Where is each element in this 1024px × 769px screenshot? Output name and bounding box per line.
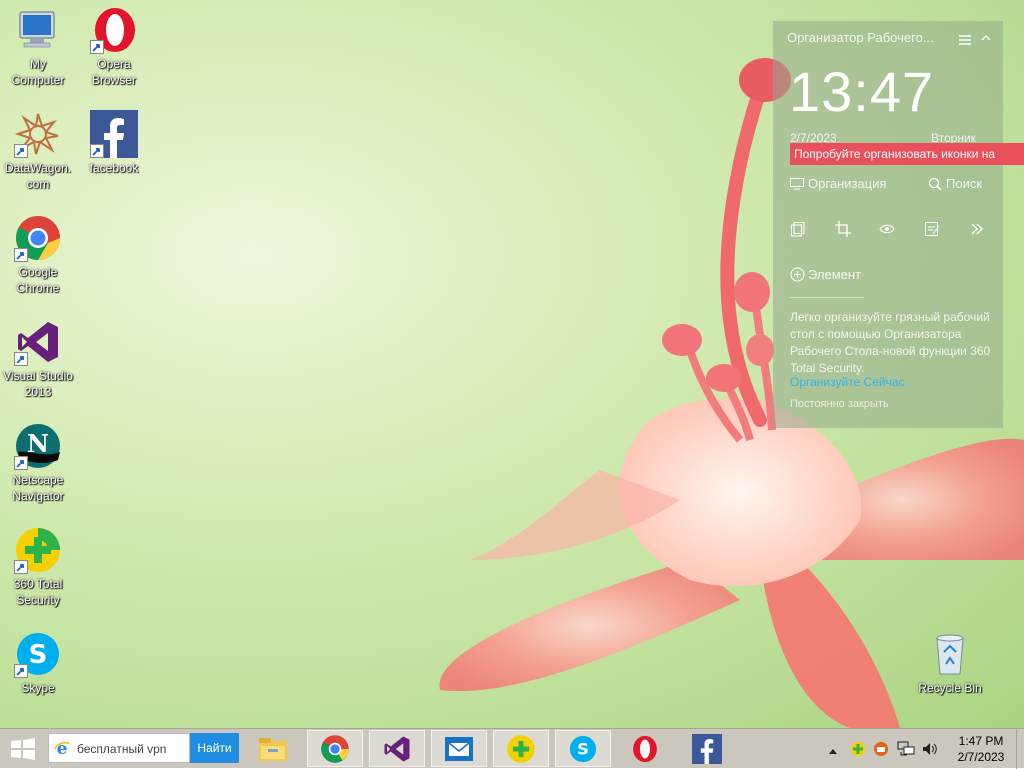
element-label: Элемент [808,267,862,282]
find-button[interactable]: Найти [190,733,239,763]
taskbar-app-facebook[interactable] [679,730,735,767]
svg-text:e: e [57,739,68,757]
360-security-icon [507,734,535,763]
desktop-icon-facebook[interactable]: facebook [76,110,152,176]
taskbar-app-360-security[interactable] [493,730,549,767]
search-label: Поиск [946,176,983,191]
desktop-icon-skype[interactable]: S Skype [0,630,76,696]
taskbar: e Найти S [0,728,1024,769]
desktop-icon-label: My Computer [11,57,65,87]
desktop-icon-label: Recycle Bin [918,681,982,695]
windows-logo-icon [11,738,35,760]
shortcut-arrow-icon [14,352,28,366]
show-hidden-icons-chevron-icon[interactable] [829,743,837,761]
add-element-button[interactable]: Элемент [790,267,861,282]
organizer-description: Легко организуйте грязный рабочий стол с… [790,310,991,375]
svg-text:N: N [27,429,49,458]
mail-icon [445,736,473,761]
taskbar-app-file-explorer[interactable] [245,730,301,767]
taskbar-app-chrome[interactable] [307,730,363,767]
volume-icon[interactable] [922,741,938,762]
facebook-icon [692,733,722,764]
desktop-icon-label: Netscape Navigator [12,473,64,503]
shortcut-arrow-icon [90,144,104,158]
desktop-icon-datawagon[interactable]: DataWagon. com [0,110,76,192]
taskbar-app-mail[interactable] [431,730,487,767]
desktop-icon-netscape[interactable]: N Netscape Navigator [0,422,76,504]
shortcut-arrow-icon [14,456,28,470]
internet-explorer-icon: e [53,739,71,762]
show-desktop-button[interactable] [1016,729,1024,769]
organizer-tip-banner[interactable]: Попробуйте организовать иконки на [790,143,1024,165]
organize-button[interactable]: Организация [790,176,886,191]
search-input[interactable] [75,739,189,759]
visual-studio-icon [384,736,410,761]
taskbar-time: 1:47 PM [958,734,1004,748]
desktop-icon-visual-studio[interactable]: Visual Studio 2013 [0,318,76,400]
close-forever-link[interactable]: Постоянно закрыть [790,398,889,410]
security-alert-tray-icon[interactable] [873,741,889,762]
eye-icon[interactable] [879,221,895,237]
desktop-icon-label: Google Chrome [16,265,60,295]
computer-icon [19,11,55,48]
desktop-icon-label: Skype [21,681,55,695]
divider [790,297,864,298]
taskbar-app-skype[interactable]: S [555,730,611,767]
taskbar-app-visual-studio[interactable] [369,730,425,767]
menu-icon[interactable] [959,32,971,50]
double-chevron-right-icon[interactable] [969,221,985,237]
360-tray-icon[interactable] [850,741,866,762]
shortcut-arrow-icon [14,664,28,678]
desktop-icon-360-total-security[interactable]: 360 Total Security [0,526,76,608]
desktop-icon-recycle-bin[interactable]: Recycle Bin [912,630,988,696]
taskbar-app-opera[interactable] [617,730,673,767]
organize-label: Организация [808,176,887,191]
folder-icon [259,737,287,761]
desktop-icon-label: Opera Browser [91,57,136,87]
start-button[interactable] [8,737,40,761]
svg-text:S: S [577,739,589,758]
plus-circle-icon [790,267,805,282]
skype-icon: S [569,735,597,762]
network-icon[interactable] [897,741,915,762]
desktop-icon-label: facebook [89,161,139,175]
organize-now-link[interactable]: Организуйте Сейчас [790,375,905,389]
opera-icon [633,735,657,762]
chevron-up-icon[interactable] [981,30,991,46]
copy-icon[interactable] [790,221,806,237]
taskbar-clock[interactable]: 1:47 PM 2/7/2023 [951,733,1011,765]
search-button[interactable]: Поиск [928,176,982,191]
desktop-icon-label: Visual Studio 2013 [3,369,73,399]
desktop-icon-opera[interactable]: Opera Browser [76,6,152,88]
desktop-icon-label: 360 Total Security [13,577,63,607]
taskbar-date: 2/7/2023 [957,750,1005,764]
svg-text:S: S [29,640,48,670]
shortcut-arrow-icon [14,560,28,574]
desktop-icon-my-computer[interactable]: My Computer [0,6,76,88]
chrome-icon [321,734,349,763]
recycle-bin-icon [936,634,964,675]
organizer-clock: 13:47 [789,60,935,123]
desktop-icon-label: DataWagon. com [4,161,72,191]
search-icon [928,177,942,191]
shortcut-arrow-icon [14,248,28,262]
crop-icon[interactable] [835,221,851,237]
search-box: e [48,733,190,763]
shortcut-arrow-icon [90,40,104,54]
note-icon[interactable] [924,221,940,237]
desktop-organizer-panel: Организатор Рабочего... 13:47 2/7/2023 В… [773,21,1024,428]
shortcut-arrow-icon [14,144,28,158]
monitor-icon [790,177,804,189]
desktop-icon-chrome[interactable]: Google Chrome [0,214,76,296]
organizer-title: Организатор Рабочего... [787,30,934,45]
